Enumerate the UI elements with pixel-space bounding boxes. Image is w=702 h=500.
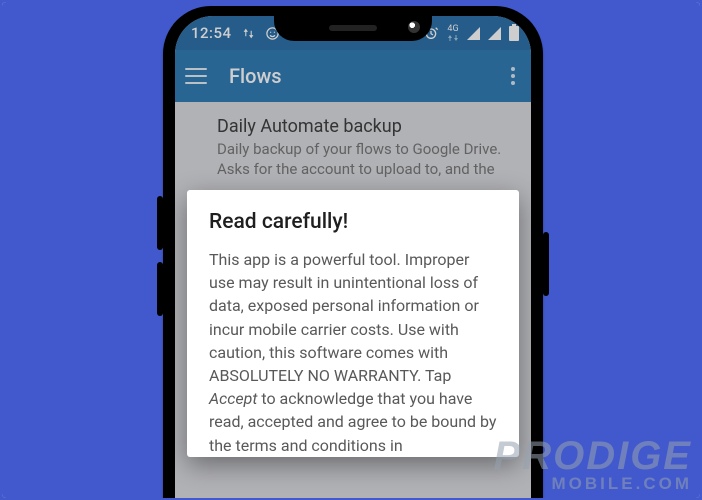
- volume-down-button: [157, 262, 163, 316]
- volume-up-button: [157, 196, 163, 250]
- phone-mockup: 12:54 4G: [163, 6, 543, 498]
- display-notch: [274, 16, 432, 41]
- power-button: [543, 232, 549, 296]
- warning-dialog: Read carefully! This app is a powerful t…: [187, 190, 519, 457]
- dialog-title: Read carefully!: [209, 210, 497, 234]
- dialog-body: This app is a powerful tool. Improper us…: [209, 248, 497, 457]
